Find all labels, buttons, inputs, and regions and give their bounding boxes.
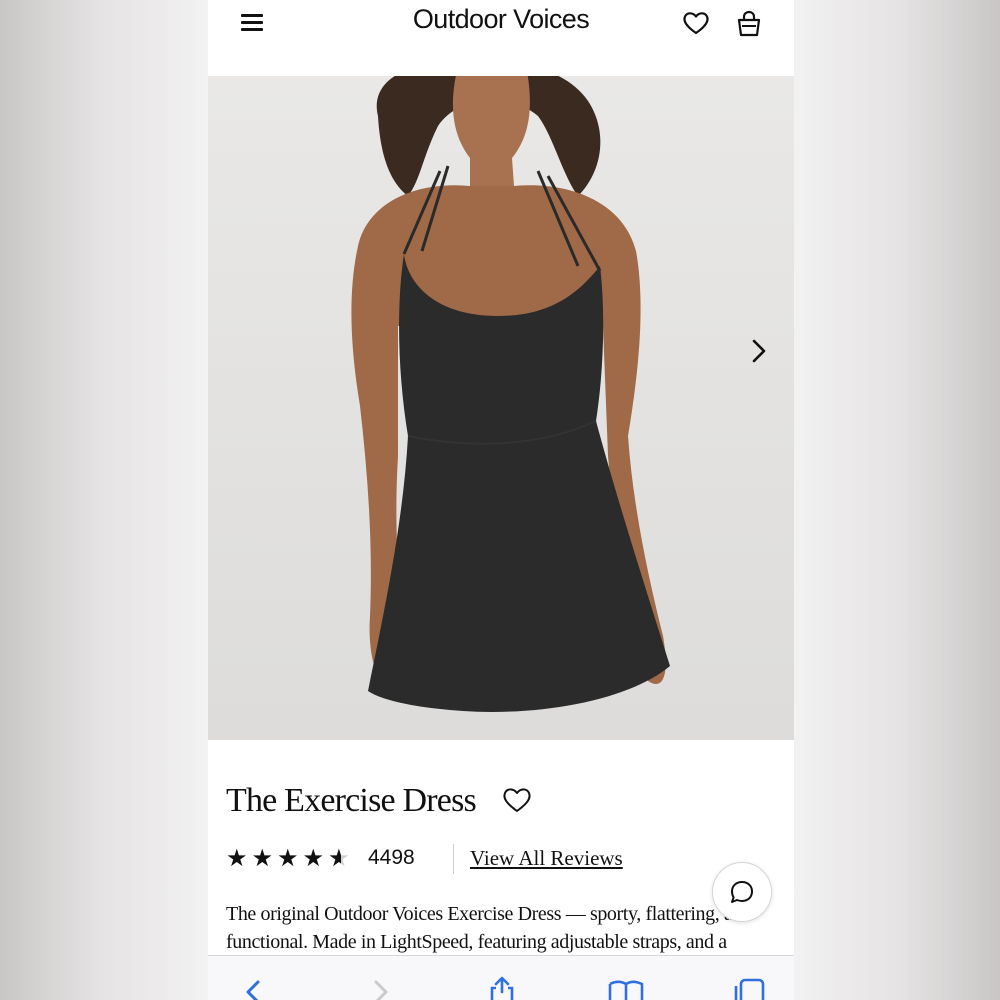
chat-button[interactable] bbox=[712, 862, 772, 922]
star-icon: ★ bbox=[302, 844, 329, 872]
browser-toolbar bbox=[208, 955, 794, 1000]
phone-screen: Outdoor Voices The Exercise Dress ★★★★★ … bbox=[208, 0, 794, 1000]
back-icon[interactable] bbox=[238, 978, 270, 1000]
site-header: Outdoor Voices bbox=[208, 0, 794, 76]
forward-icon[interactable] bbox=[364, 978, 396, 1000]
star-icon: ★ bbox=[226, 844, 252, 872]
product-description: The original Outdoor Voices Exercise Dre… bbox=[226, 903, 752, 953]
review-count: 4498 bbox=[368, 846, 415, 869]
product-image[interactable] bbox=[208, 76, 794, 740]
chevron-right-icon[interactable] bbox=[748, 338, 770, 364]
model-photo bbox=[351, 76, 670, 712]
bookmarks-icon[interactable] bbox=[608, 978, 644, 1000]
star-rating: ★★★★★ bbox=[226, 844, 354, 872]
rating-row: ★★★★★ 4498 View All Reviews bbox=[226, 842, 766, 874]
chat-bubble-icon bbox=[731, 881, 753, 903]
heart-icon[interactable] bbox=[682, 10, 710, 36]
view-all-reviews-link[interactable]: View All Reviews bbox=[470, 846, 623, 871]
star-icon: ★ bbox=[251, 844, 278, 872]
shopping-bag-icon[interactable] bbox=[736, 10, 762, 38]
half-star-icon: ★ bbox=[328, 844, 354, 872]
product-title: The Exercise Dress bbox=[226, 782, 477, 819]
divider bbox=[453, 844, 454, 874]
star-icon: ★ bbox=[277, 844, 303, 872]
tabs-icon[interactable] bbox=[732, 978, 765, 1000]
add-to-wishlist-heart-icon[interactable] bbox=[502, 786, 532, 814]
share-icon[interactable] bbox=[486, 976, 518, 1000]
